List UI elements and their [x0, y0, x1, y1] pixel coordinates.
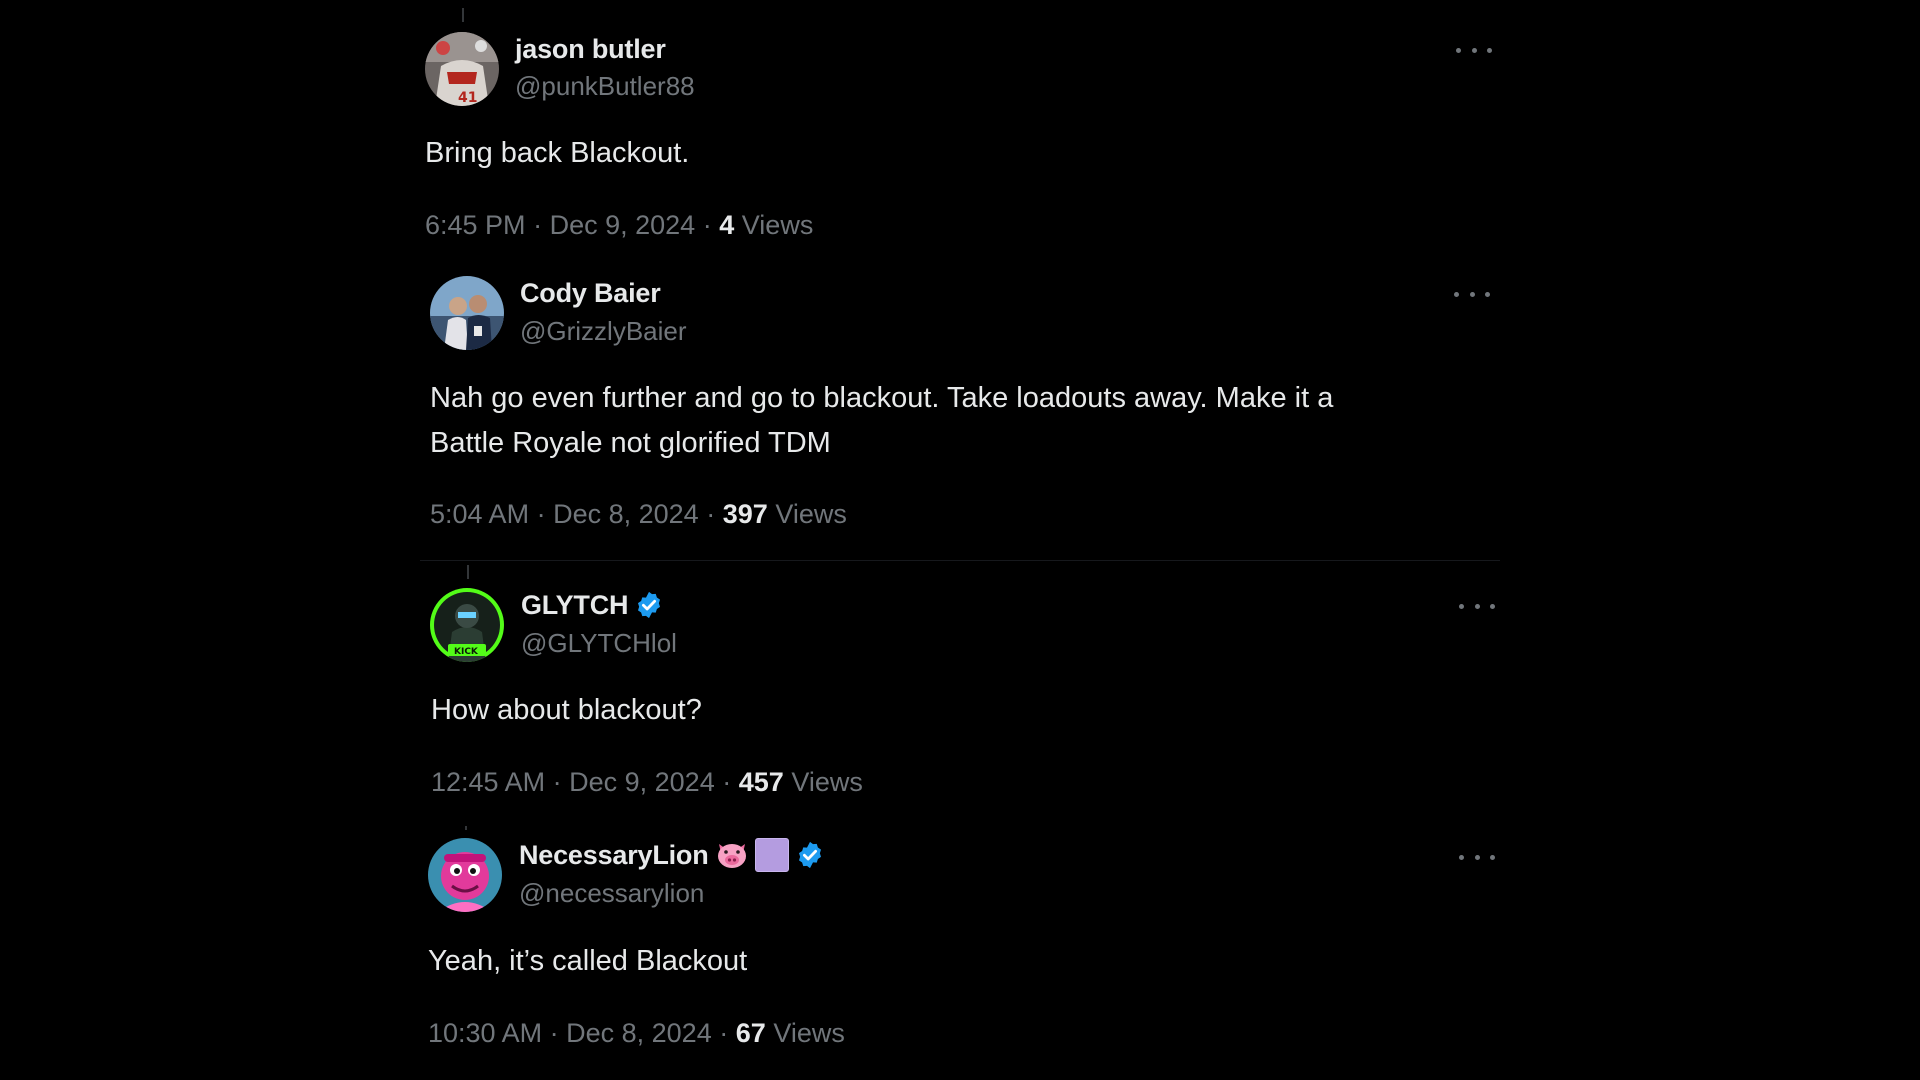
name-row: GLYTCH	[521, 589, 664, 621]
separator: ·	[536, 499, 546, 529]
tweet-text-line: Nah go even further and go to blackout. …	[430, 382, 1334, 414]
tweet-time[interactable]: 12:45 AM	[431, 767, 545, 797]
views-count: 397	[722, 499, 768, 529]
display-name[interactable]: Cody Baier	[520, 278, 661, 309]
separator: ·	[706, 499, 716, 529]
avatar-jersey-photo-icon: 41	[425, 32, 499, 106]
more-dot	[1471, 47, 1477, 53]
thread-connector-line	[462, 8, 464, 22]
more-options-button[interactable]	[1459, 847, 1495, 867]
separator: ·	[719, 1018, 729, 1048]
thread-connector-line	[465, 826, 467, 830]
thread-connector-line	[467, 565, 469, 579]
name-row: Cody Baier	[520, 277, 661, 309]
tweet-date[interactable]: Dec 9, 2024	[569, 767, 715, 797]
more-dot	[1459, 603, 1464, 609]
display-name[interactable]: NecessaryLion	[519, 840, 709, 871]
avatar-couple-photo-icon	[430, 276, 504, 350]
name-row: jason butler	[515, 33, 666, 65]
separator: ·	[722, 767, 732, 797]
separator: ·	[552, 767, 562, 797]
tweet-date[interactable]: Dec 9, 2024	[550, 210, 696, 240]
verified-badge-icon	[798, 841, 821, 869]
svg-text:KICK: KICK	[454, 647, 479, 657]
avatar[interactable]	[430, 276, 504, 350]
display-name[interactable]: jason butler	[515, 34, 666, 65]
more-dot	[1487, 47, 1492, 53]
display-name[interactable]: GLYTCH	[521, 590, 629, 621]
more-dot	[1485, 291, 1490, 297]
purple-square-emoji-icon	[754, 838, 789, 872]
views-count: 457	[738, 767, 784, 797]
avatar[interactable]	[428, 838, 502, 912]
more-dot	[1459, 854, 1464, 860]
more-dot	[1469, 291, 1475, 297]
tweet-time[interactable]: 5:04 AM	[430, 499, 529, 529]
name-row: NecessaryLion	[519, 838, 825, 872]
tweet-time[interactable]: 6:45 PM	[425, 210, 526, 240]
tweet-text: Nah go even further and go to blackout. …	[430, 376, 1480, 466]
more-options-button[interactable]	[1456, 40, 1492, 60]
tweet-time[interactable]: 10:30 AM	[428, 1018, 542, 1048]
more-dot	[1490, 603, 1495, 609]
tweet-meta: 10:30 AM · Dec 8, 2024 · 67 Views	[428, 1018, 845, 1049]
more-options-button[interactable]	[1454, 284, 1490, 304]
views-count: 67	[735, 1018, 766, 1048]
more-dot	[1454, 291, 1459, 297]
tweet-text: Bring back Blackout.	[425, 137, 690, 169]
separator: ·	[533, 210, 543, 240]
verified-badge-icon	[638, 591, 661, 619]
tweet-text-line: Battle Royale not glorified TDM	[430, 427, 831, 459]
user-handle[interactable]: @necessarylion	[519, 878, 704, 909]
views-label: Views	[775, 499, 847, 529]
avatar-kick-green-icon: KICK	[430, 588, 504, 662]
more-dot	[1456, 47, 1461, 53]
tweet-meta: 5:04 AM · Dec 8, 2024 · 397 Views	[430, 499, 847, 530]
svg-text:41: 41	[458, 90, 477, 106]
tweet-meta: 6:45 PM · Dec 9, 2024 · 4 Views	[425, 210, 813, 241]
avatar[interactable]: 41	[425, 32, 499, 106]
user-handle[interactable]: @GrizzlyBaier	[520, 316, 687, 347]
divider	[420, 560, 1500, 561]
tweet-collage: 41 jason butler @punkButler88 Bring back…	[0, 0, 1920, 1080]
tweet-meta: 12:45 AM · Dec 9, 2024 · 457 Views	[431, 767, 863, 798]
more-dot	[1490, 854, 1495, 860]
separator: ·	[549, 1018, 559, 1048]
tweet-date[interactable]: Dec 8, 2024	[566, 1018, 712, 1048]
views-count: 4	[719, 210, 735, 240]
views-label: Views	[791, 767, 863, 797]
tweet-text: Yeah, it’s called Blackout	[428, 945, 748, 977]
avatar[interactable]: KICK	[430, 588, 504, 662]
more-dot	[1474, 603, 1480, 609]
pig-face-emoji-icon	[717, 844, 746, 868]
user-handle[interactable]: @GLYTCHlol	[521, 628, 677, 659]
more-dot	[1474, 854, 1480, 860]
tweet-date[interactable]: Dec 8, 2024	[553, 499, 699, 529]
more-options-button[interactable]	[1459, 596, 1495, 616]
avatar-pink-character-icon	[428, 838, 502, 912]
separator: ·	[702, 210, 712, 240]
views-label: Views	[773, 1018, 845, 1048]
tweet-text: How about blackout?	[431, 694, 702, 726]
views-label: Views	[741, 210, 814, 240]
user-handle[interactable]: @punkButler88	[515, 71, 695, 102]
